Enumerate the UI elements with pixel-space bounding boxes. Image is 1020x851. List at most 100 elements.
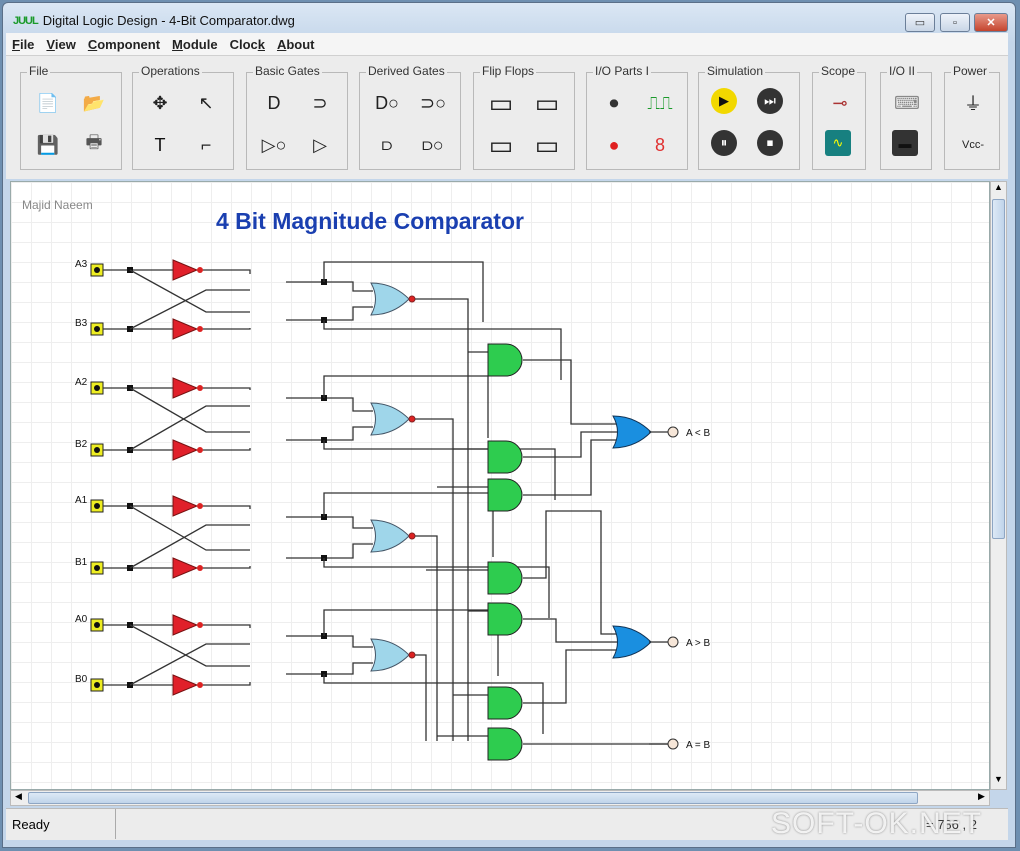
- xor-gate-button[interactable]: ⫐: [372, 130, 402, 160]
- not-gate[interactable]: [172, 439, 199, 461]
- input-pin[interactable]: [94, 503, 100, 509]
- nor-gate-button[interactable]: ⊃○: [418, 88, 448, 118]
- menu-about[interactable]: About: [277, 37, 315, 52]
- open-folder-button[interactable]: 📂: [79, 88, 109, 118]
- vertical-scroll-thumb[interactable]: [992, 199, 1005, 539]
- and-gate[interactable]: [487, 478, 523, 512]
- or-gate[interactable]: [612, 415, 652, 449]
- keyboard-button[interactable]: ⌨: [892, 88, 922, 118]
- not-gate[interactable]: [172, 259, 199, 281]
- sr-flipflop-button[interactable]: ▭: [486, 88, 516, 118]
- inverter-bubble[interactable]: [408, 295, 416, 303]
- seven-segment-button[interactable]: 8: [645, 130, 675, 160]
- input-pin[interactable]: [94, 385, 100, 391]
- clock-pulse-button[interactable]: ⎍⎍: [645, 88, 675, 118]
- xnor-gate[interactable]: [370, 638, 410, 672]
- move-button[interactable]: ✥: [145, 88, 175, 118]
- and-gate[interactable]: [487, 602, 523, 636]
- menu-file[interactable]: File: [12, 37, 34, 52]
- led-button[interactable]: ●: [599, 130, 629, 160]
- or-gate-button[interactable]: ⊃: [305, 88, 335, 118]
- not-gate[interactable]: [172, 377, 199, 399]
- input-pin[interactable]: [94, 267, 100, 273]
- and-gate[interactable]: [487, 561, 523, 595]
- oscilloscope-button[interactable]: ∿: [825, 130, 851, 156]
- buffer-button[interactable]: ▷: [305, 130, 335, 160]
- not-gate[interactable]: [172, 318, 199, 340]
- wire: [129, 269, 250, 313]
- play-button[interactable]: ▶: [711, 88, 737, 114]
- title-bar: JUUL Digital Logic Design - 4-Bit Compar…: [13, 13, 295, 28]
- not-gate[interactable]: [172, 674, 199, 696]
- text-button[interactable]: T: [145, 130, 175, 160]
- inverter-bubble[interactable]: [197, 622, 203, 628]
- and-gate[interactable]: [487, 686, 523, 720]
- maximize-button[interactable]: ▫: [940, 13, 970, 32]
- horizontal-scroll-thumb[interactable]: [28, 792, 918, 804]
- xnor-gate[interactable]: [370, 519, 410, 553]
- menu-module[interactable]: Module: [172, 37, 218, 52]
- input-pin[interactable]: [94, 622, 100, 628]
- not-gate[interactable]: [172, 557, 199, 579]
- input-pin[interactable]: [94, 682, 100, 688]
- not-gate[interactable]: [172, 495, 199, 517]
- wire-button[interactable]: ⌐: [191, 130, 221, 160]
- step-button[interactable]: ⏭: [757, 88, 783, 114]
- menu-view[interactable]: View: [46, 37, 75, 52]
- inverter-bubble[interactable]: [408, 415, 416, 423]
- output-led[interactable]: [667, 738, 679, 750]
- and-gate[interactable]: [487, 343, 523, 377]
- inverter-bubble[interactable]: [408, 651, 416, 659]
- input-pin[interactable]: [94, 565, 100, 571]
- d-flipflop-button[interactable]: ▭: [486, 130, 516, 160]
- xnor-gate-button[interactable]: ⫐○: [418, 130, 448, 160]
- minimize-button[interactable]: ▭: [905, 13, 935, 32]
- stop-button[interactable]: ⏹: [757, 130, 783, 156]
- drawing-canvas[interactable]: Majid Naeem 4 Bit Magnitude Comparator A…: [10, 181, 990, 790]
- save-button[interactable]: 💾: [33, 130, 63, 160]
- close-button[interactable]: ✕: [974, 13, 1008, 32]
- scroll-down-button[interactable]: ▼: [991, 774, 1006, 789]
- not-gate[interactable]: [172, 614, 199, 636]
- and-gate-button[interactable]: D: [259, 88, 289, 118]
- pause-button[interactable]: ⏸: [711, 130, 737, 156]
- input-pin[interactable]: [94, 326, 100, 332]
- horizontal-scrollbar[interactable]: ◀ ▶: [10, 790, 990, 806]
- and-gate[interactable]: [487, 440, 523, 474]
- output-led[interactable]: [667, 636, 679, 648]
- vertical-scrollbar[interactable]: ▲ ▼: [990, 181, 1007, 790]
- scroll-left-button[interactable]: ◀: [11, 791, 26, 805]
- pointer-button[interactable]: ↖: [191, 88, 221, 118]
- scroll-right-button[interactable]: ▶: [974, 791, 989, 805]
- input-pin[interactable]: [94, 447, 100, 453]
- inverter-bubble[interactable]: [197, 503, 203, 509]
- or-gate[interactable]: [612, 625, 652, 659]
- vcc-button[interactable]: Vcc-: [958, 130, 988, 160]
- terminal-button[interactable]: ▬: [892, 130, 918, 156]
- menu-label-part: bout: [286, 36, 315, 52]
- inverter-bubble[interactable]: [197, 267, 203, 273]
- new-file-button[interactable]: 📄: [33, 88, 63, 118]
- jk-flipflop-button[interactable]: ▭: [532, 88, 562, 118]
- print-button[interactable]: 🖶: [79, 130, 109, 160]
- inverter-bubble[interactable]: [197, 385, 203, 391]
- inverter-bubble[interactable]: [197, 682, 203, 688]
- push-button-button[interactable]: ⏺: [599, 88, 629, 118]
- output-led[interactable]: [667, 426, 679, 438]
- inverter-bubble[interactable]: [197, 565, 203, 571]
- inverter-bubble[interactable]: [408, 532, 416, 540]
- inverter-bubble[interactable]: [197, 447, 203, 453]
- and-gate[interactable]: [487, 727, 523, 761]
- scroll-up-button[interactable]: ▲: [991, 182, 1006, 197]
- probe-button[interactable]: ⊸: [825, 88, 855, 118]
- xnor-gate[interactable]: [370, 282, 410, 316]
- nand-gate-button[interactable]: D○: [372, 88, 402, 118]
- t-flipflop-button[interactable]: ▭: [532, 130, 562, 160]
- menu-clock[interactable]: Clock: [230, 37, 265, 52]
- wire: [129, 387, 250, 433]
- ground-button[interactable]: ⏚: [958, 88, 988, 118]
- not-gate-button[interactable]: ▷○: [259, 130, 289, 160]
- menu-component[interactable]: Component: [88, 37, 160, 52]
- inverter-bubble[interactable]: [197, 326, 203, 332]
- xnor-gate[interactable]: [370, 402, 410, 436]
